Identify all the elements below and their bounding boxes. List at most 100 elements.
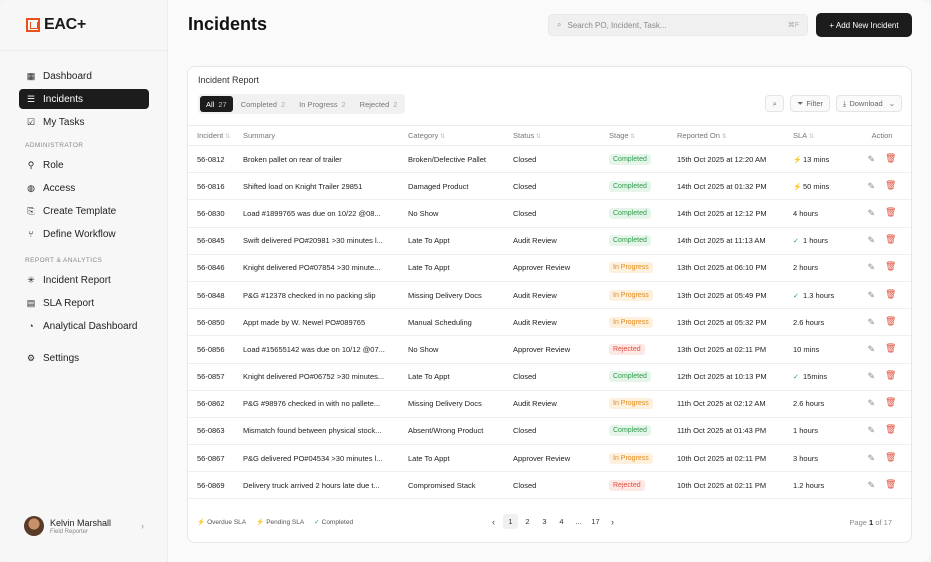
page-button[interactable]: 4 bbox=[554, 514, 569, 529]
app-window: EAC+ ▦ Dashboard ☰ Incidents ☑ My Tasks ADMIN… bbox=[0, 0, 931, 562]
column-header[interactable]: Reported On ⇅ bbox=[677, 125, 793, 146]
sidebar-item-settings[interactable]: ⚙ Settings bbox=[19, 348, 149, 368]
edit-icon[interactable]: ✎ bbox=[868, 317, 876, 328]
next-page-button[interactable]: › bbox=[605, 514, 620, 529]
incident-stage-cell: Completed bbox=[609, 172, 677, 201]
column-header[interactable]: Status ⇅ bbox=[513, 125, 609, 146]
table-row[interactable]: 56-0857 Knight delivered PO#06752 >30 min… bbox=[188, 363, 911, 391]
sidebar-item-define-workflow[interactable]: ⑂ Define Workflow bbox=[19, 224, 149, 244]
tab-completed[interactable]: Completed 2 bbox=[235, 96, 291, 112]
tab-label: Completed bbox=[240, 99, 277, 109]
column-header[interactable]: SLA ⇅ bbox=[793, 125, 853, 146]
table-row[interactable]: 56-0830 Load #1899765 was due on 10/22 @0… bbox=[188, 199, 911, 228]
sidebar-item-incident-report[interactable]: ✳ Incident Report bbox=[19, 270, 149, 290]
edit-icon[interactable]: ✎ bbox=[868, 181, 876, 192]
edit-icon[interactable]: ✎ bbox=[868, 290, 876, 301]
sidebar-item-label: Analytical Dashboard bbox=[43, 320, 138, 332]
incident-status: Approver Review bbox=[513, 444, 609, 473]
sidebar-item-my-tasks[interactable]: ☑ My Tasks bbox=[19, 112, 149, 132]
sidebar-item-role[interactable]: ⚲ Role bbox=[19, 155, 149, 175]
incident-status: Closed bbox=[513, 199, 609, 228]
page-info: Page 1 of 17 bbox=[849, 518, 892, 527]
table-row[interactable]: 56-0812 Broken pallet on rear of trailer B… bbox=[188, 145, 911, 174]
tab-all[interactable]: All 27 bbox=[200, 96, 233, 112]
sla-value: 50 mins bbox=[803, 181, 830, 191]
column-header-label: Stage bbox=[609, 131, 629, 140]
edit-icon[interactable]: ✎ bbox=[868, 425, 876, 436]
tab-rejected[interactable]: Rejected 2 bbox=[354, 96, 404, 112]
edit-icon[interactable]: ✎ bbox=[868, 453, 876, 464]
table-row[interactable]: 56-0816 Shifted load on Knight Trailer 29… bbox=[188, 172, 911, 201]
trash-icon[interactable]: 🗑 bbox=[885, 154, 896, 165]
row-actions: ✎ 🗑 bbox=[853, 453, 911, 464]
trash-icon[interactable]: 🗑 bbox=[885, 425, 896, 436]
edit-icon[interactable]: ✎ bbox=[868, 235, 876, 246]
trash-icon[interactable]: 🗑 bbox=[885, 181, 896, 192]
table-search-button[interactable]: ⌕ bbox=[765, 95, 785, 112]
search-input[interactable] bbox=[567, 20, 782, 30]
sidebar-item-analytical-dashboard[interactable]: ◔ Analytical Dashboard bbox=[19, 316, 149, 336]
edit-icon[interactable]: ✎ bbox=[868, 371, 876, 382]
edit-icon[interactable]: ✎ bbox=[868, 262, 876, 273]
table-row[interactable]: 56-0846 Knight delivered PO#07854 >30 min… bbox=[188, 254, 911, 282]
page-button[interactable]: 3 bbox=[537, 514, 552, 529]
incident-reported-on: 15th Oct 2025 at 12:20 AM bbox=[677, 145, 793, 174]
action-cell: ✎ 🗑 bbox=[853, 390, 911, 418]
page-button[interactable]: 17 bbox=[588, 514, 603, 529]
incident-reported-on: 11th Oct 2025 at 01:43 PM bbox=[677, 417, 793, 446]
user-profile[interactable]: Kelvin Marshall Field Reporter › bbox=[24, 516, 144, 536]
trash-icon[interactable]: 🗑 bbox=[885, 453, 896, 464]
trash-icon[interactable]: 🗑 bbox=[885, 480, 896, 491]
bolt-icon: ⚡ bbox=[793, 156, 802, 164]
sidebar-item-dashboard[interactable]: ▦ Dashboard bbox=[19, 66, 149, 86]
edit-icon[interactable]: ✎ bbox=[868, 208, 876, 219]
edit-icon[interactable]: ✎ bbox=[868, 154, 876, 165]
trash-icon[interactable]: 🗑 bbox=[885, 317, 896, 328]
trash-icon[interactable]: 🗑 bbox=[885, 290, 896, 301]
column-header[interactable]: Incident ⇅ bbox=[188, 125, 243, 146]
edit-icon[interactable]: ✎ bbox=[868, 398, 876, 409]
trash-icon[interactable]: 🗑 bbox=[885, 344, 896, 355]
table-row[interactable]: 56-0869 Delivery truck arrived 2 hours la… bbox=[188, 471, 911, 500]
trash-icon[interactable]: 🗑 bbox=[885, 371, 896, 382]
tab-in-progress[interactable]: In Progress 2 bbox=[293, 96, 352, 112]
stage-badge: Completed bbox=[609, 207, 651, 219]
trash-icon[interactable]: 🗑 bbox=[885, 235, 896, 246]
stage-tabs: All 27 Completed 2 In Progress 2 Rejected 2 bbox=[198, 94, 406, 114]
incident-status: Approver Review bbox=[513, 335, 609, 364]
page-button[interactable]: 1 bbox=[503, 514, 518, 529]
table-body: 56-0812 Broken pallet on rear of trailer B… bbox=[188, 145, 911, 500]
trash-icon[interactable]: 🗑 bbox=[885, 398, 896, 409]
sidebar-item-create-template[interactable]: ⎘ Create Template bbox=[19, 201, 149, 221]
sidebar-item-label: Settings bbox=[43, 352, 80, 364]
table-row[interactable]: 56-0845 Swift delivered PO#20981 >30 minu… bbox=[188, 227, 911, 255]
page-button[interactable]: 2 bbox=[520, 514, 535, 529]
trash-icon[interactable]: 🗑 bbox=[885, 208, 896, 219]
column-header[interactable]: Stage ⇅ bbox=[609, 125, 677, 146]
trash-icon[interactable]: 🗑 bbox=[885, 262, 896, 273]
sidebar-item-incidents[interactable]: ☰ Incidents bbox=[19, 89, 149, 109]
table-row[interactable]: 56-0863 Mismatch found between physical s… bbox=[188, 417, 911, 446]
page-info-current: 1 bbox=[869, 518, 874, 527]
table-row[interactable]: 56-0867 P&G delivered PO#04534 >30 minute… bbox=[188, 444, 911, 473]
table-row[interactable]: 56-0850 Appt made by W. Newel PO#089765 Ma… bbox=[188, 308, 911, 337]
prev-page-button[interactable]: ‹ bbox=[486, 514, 501, 529]
column-header[interactable]: Summary bbox=[243, 125, 408, 146]
column-header[interactable]: Category ⇅ bbox=[408, 125, 513, 146]
table-row[interactable]: 56-0848 P&G #12378 checked in no packing … bbox=[188, 281, 911, 310]
sidebar-item-access[interactable]: ◍ Access bbox=[19, 178, 149, 198]
incident-status: Closed bbox=[513, 471, 609, 500]
role-icon: ⚲ bbox=[27, 159, 35, 170]
table-row[interactable]: 56-0862 P&G #98976 checked in with no pal… bbox=[188, 390, 911, 418]
download-button[interactable]: ⤓ Download ⌄ bbox=[836, 95, 902, 112]
sidebar-item-sla-report[interactable]: ▤ SLA Report bbox=[19, 293, 149, 313]
add-new-incident-button[interactable]: + Add New Incident bbox=[816, 13, 912, 37]
table-row[interactable]: 56-0856 Load #15655142 was due on 10/12 @… bbox=[188, 335, 911, 364]
edit-icon[interactable]: ✎ bbox=[868, 480, 876, 491]
search-box[interactable]: ⌕ ⌘F bbox=[548, 14, 808, 36]
edit-icon[interactable]: ✎ bbox=[868, 344, 876, 355]
logo[interactable]: EAC+ bbox=[26, 16, 86, 34]
sla-value: 2.6 hours bbox=[793, 399, 825, 409]
sidebar-nav-settings: ⚙ Settings bbox=[19, 348, 149, 371]
filter-button[interactable]: ⏷ Filter bbox=[790, 95, 831, 112]
